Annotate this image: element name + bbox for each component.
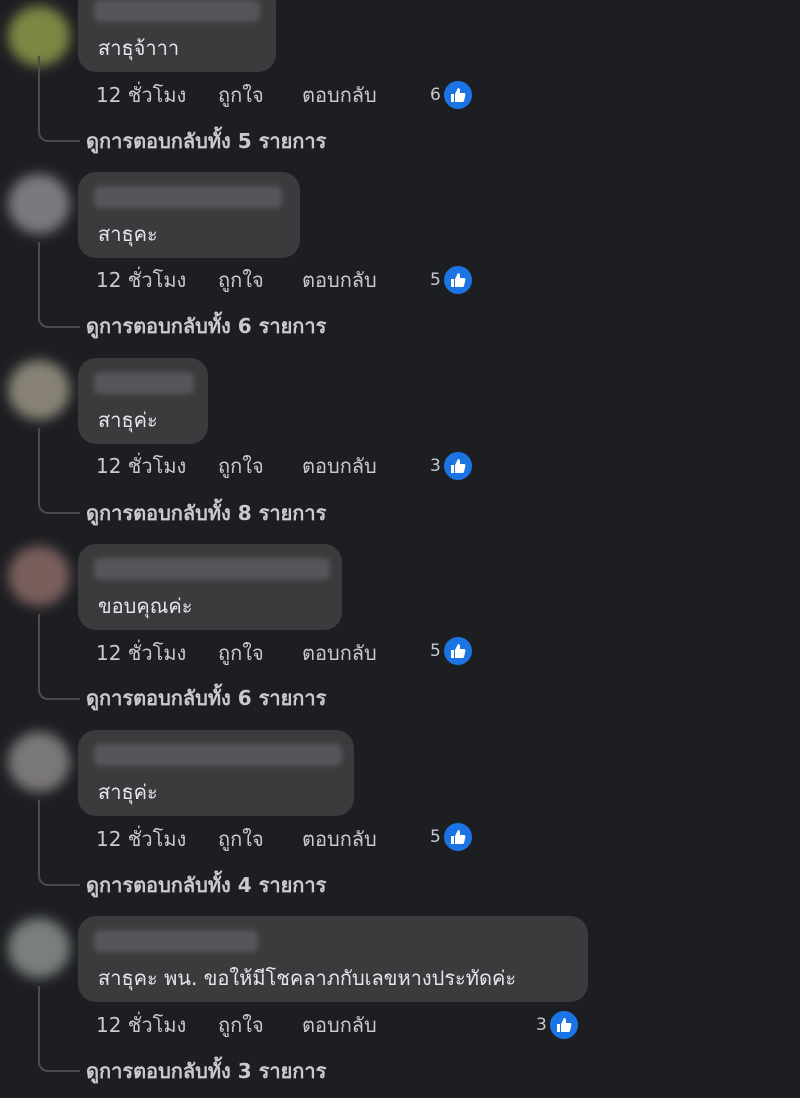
- avatar[interactable]: [8, 546, 70, 606]
- reaction-count: 3: [430, 456, 441, 476]
- reaction-count: 5: [430, 270, 441, 290]
- comment: สาธุค่ะ 12 ชั่วโมง ถูกใจ ตอบกลับ 3 ดูการ…: [0, 332, 800, 525]
- comment-bubble: สาธุคะ: [78, 172, 300, 258]
- comment-actions: 12 ชั่วโมง ถูกใจ ตอบกลับ: [96, 824, 432, 854]
- commenter-name[interactable]: [94, 930, 258, 952]
- reaction-summary[interactable]: 3: [536, 1009, 580, 1041]
- avatar[interactable]: [8, 918, 70, 978]
- like-button[interactable]: ถูกใจ: [218, 637, 302, 669]
- comment-text: สาธุจ้าาา: [98, 36, 180, 60]
- comment-actions: 12 ชั่วโมง ถูกใจ ตอบกลับ: [96, 265, 432, 295]
- comment-actions: 12 ชั่วโมง ถูกใจ ตอบกลับ: [96, 451, 432, 481]
- like-button[interactable]: ถูกใจ: [218, 450, 302, 482]
- comment: สาธุคะ พน. ขอให้มีโชคลาภกับเลขหางประทัดค…: [0, 890, 800, 1083]
- comment-bubble: ขอบคุณค่ะ: [78, 544, 342, 630]
- reaction-summary[interactable]: 5: [430, 821, 474, 853]
- comment-bubble: สาธุจ้าาา: [78, 0, 276, 72]
- like-button[interactable]: ถูกใจ: [218, 79, 302, 111]
- thumbs-up-icon: [441, 450, 474, 482]
- like-button[interactable]: ถูกใจ: [218, 264, 302, 296]
- reaction-summary[interactable]: 6: [430, 79, 474, 111]
- comment: สาธุค่ะ 12 ชั่วโมง ถูกใจ ตอบกลับ 5 ดูการ…: [0, 704, 800, 897]
- comment-actions: 12 ชั่วโมง ถูกใจ ตอบกลับ: [96, 80, 432, 110]
- reaction-count: 3: [536, 1015, 547, 1035]
- avatar[interactable]: [8, 732, 70, 792]
- comment-time[interactable]: 12 ชั่วโมง: [96, 1009, 218, 1041]
- comment-text: สาธุค่ะ: [98, 408, 158, 432]
- thread-connector: [38, 242, 80, 328]
- comment-time[interactable]: 12 ชั่วโมง: [96, 450, 218, 482]
- reply-button[interactable]: ตอบกลับ: [302, 1009, 432, 1041]
- comment-text: สาธุคะ พน. ขอให้มีโชคลาภกับเลขหางประทัดค…: [98, 966, 517, 990]
- comment-actions: 12 ชั่วโมง ถูกใจ ตอบกลับ: [96, 1010, 432, 1040]
- thread-connector: [38, 56, 80, 142]
- reaction-count: 5: [430, 827, 441, 847]
- comment-actions: 12 ชั่วโมง ถูกใจ ตอบกลับ: [96, 638, 432, 668]
- thread-connector: [38, 800, 80, 886]
- thumbs-up-icon: [441, 79, 474, 111]
- comment-text: สาธุคะ: [98, 222, 158, 246]
- view-replies-link[interactable]: ดูการตอบกลับทั้ง 3 รายการ: [86, 1056, 326, 1086]
- comment-time[interactable]: 12 ชั่วโมง: [96, 79, 218, 111]
- thumbs-up-icon: [441, 821, 474, 853]
- thread-connector: [38, 986, 80, 1072]
- comment: สาธุคะ 12 ชั่วโมง ถูกใจ ตอบกลับ 5 ดูการต…: [0, 146, 800, 338]
- commenter-name[interactable]: [94, 186, 282, 208]
- reply-button[interactable]: ตอบกลับ: [302, 79, 432, 111]
- reply-button[interactable]: ตอบกลับ: [302, 264, 432, 296]
- reaction-summary[interactable]: 5: [430, 635, 474, 667]
- comment-text: ขอบคุณค่ะ: [98, 594, 193, 618]
- avatar[interactable]: [8, 360, 70, 420]
- reply-button[interactable]: ตอบกลับ: [302, 823, 432, 855]
- commenter-name[interactable]: [94, 372, 194, 394]
- reply-button[interactable]: ตอบกลับ: [302, 450, 432, 482]
- thread-connector: [38, 428, 80, 514]
- comment-bubble: สาธุค่ะ: [78, 730, 354, 816]
- commenter-name[interactable]: [94, 558, 330, 580]
- commenter-name[interactable]: [94, 0, 260, 22]
- commenter-name[interactable]: [94, 744, 342, 766]
- comment: ขอบคุณค่ะ 12 ชั่วโมง ถูกใจ ตอบกลับ 5 ดูก…: [0, 518, 800, 710]
- like-button[interactable]: ถูกใจ: [218, 1009, 302, 1041]
- avatar[interactable]: [8, 174, 70, 234]
- reaction-summary[interactable]: 5: [430, 264, 474, 296]
- thumbs-up-icon: [441, 635, 474, 667]
- thumbs-up-icon: [441, 264, 474, 296]
- comments-panel: สาธุจ้าาา 12 ชั่วโมง ถูกใจ ตอบกลับ 6 ดูก…: [0, 0, 800, 1098]
- reaction-count: 5: [430, 641, 441, 661]
- thread-connector: [38, 614, 80, 700]
- comment-bubble: สาธุค่ะ: [78, 358, 208, 444]
- comment-text: สาธุค่ะ: [98, 780, 158, 804]
- comment-time[interactable]: 12 ชั่วโมง: [96, 264, 218, 296]
- comment-time[interactable]: 12 ชั่วโมง: [96, 637, 218, 669]
- comment: สาธุจ้าาา 12 ชั่วโมง ถูกใจ ตอบกลับ 6 ดูก…: [0, 0, 800, 153]
- comment-time[interactable]: 12 ชั่วโมง: [96, 823, 218, 855]
- reply-button[interactable]: ตอบกลับ: [302, 637, 432, 669]
- reaction-summary[interactable]: 3: [430, 450, 474, 482]
- reaction-count: 6: [430, 85, 441, 105]
- like-button[interactable]: ถูกใจ: [218, 823, 302, 855]
- thumbs-up-icon: [547, 1009, 580, 1041]
- comment-bubble: สาธุคะ พน. ขอให้มีโชคลาภกับเลขหางประทัดค…: [78, 916, 588, 1002]
